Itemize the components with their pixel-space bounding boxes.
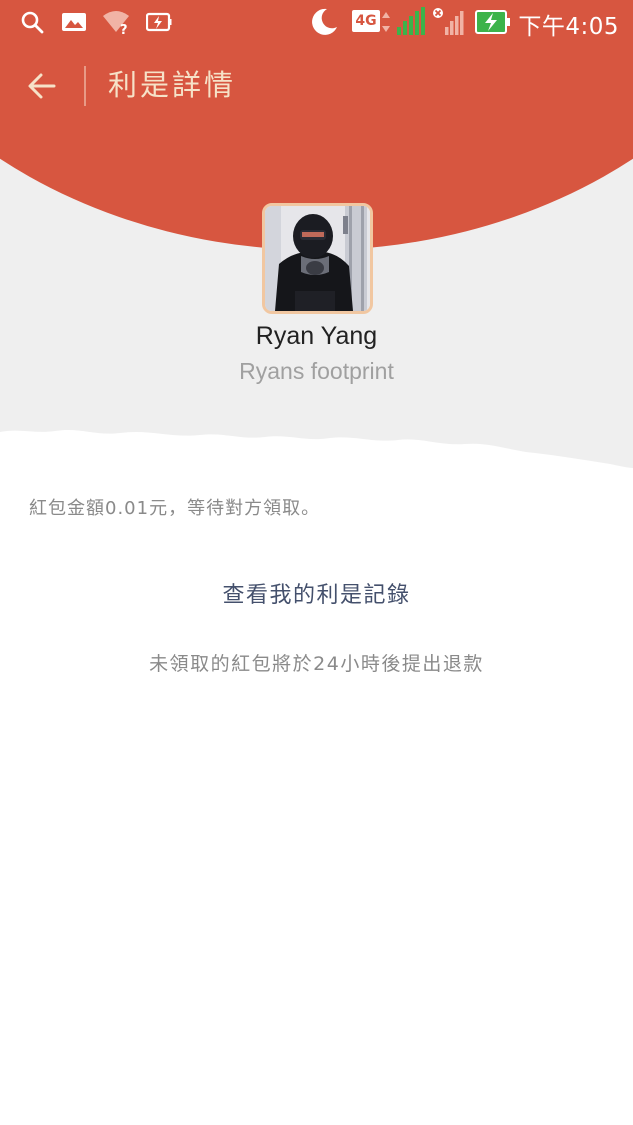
- charging-box-icon: [145, 8, 173, 36]
- refund-note: 未領取的紅包將於24小時後提出退款: [149, 653, 484, 675]
- sender-subtitle: Ryans footprint: [239, 358, 394, 384]
- status-time: 下午4:05: [518, 14, 619, 40]
- search-icon: [18, 8, 46, 36]
- data-arrows-icon: [380, 8, 392, 36]
- view-records-link[interactable]: 查看我的利是記錄: [0, 577, 633, 609]
- signal-icon: [394, 7, 428, 36]
- appbar-divider: [84, 66, 86, 106]
- avatar-photo: [265, 206, 370, 311]
- sender-name: Ryan Yang: [255, 322, 378, 350]
- image-icon: [60, 8, 88, 36]
- wifi-unknown-icon: ?: [100, 8, 134, 36]
- network-type-badge: 4G: [352, 10, 380, 32]
- back-button[interactable]: [22, 66, 62, 106]
- torn-paper-edge: [0, 429, 633, 478]
- moon-icon: [308, 8, 340, 36]
- page-title: 利是詳情: [108, 68, 237, 102]
- arrow-left-icon: [28, 73, 56, 99]
- signal-no-sim-icon: [430, 8, 466, 36]
- avatar[interactable]: [262, 203, 373, 314]
- svg-text:?: ?: [120, 23, 128, 35]
- status-bar: ? 4G 下午4:05: [0, 0, 633, 44]
- red-packet-details-screen: ? 4G 下午4:05 利是詳情 Ryan Yang Ryans footpri…: [0, 0, 633, 1125]
- amount-status-text: 紅包金額0.01元，等待對方領取。: [29, 498, 321, 519]
- battery-charging-icon: [474, 8, 512, 36]
